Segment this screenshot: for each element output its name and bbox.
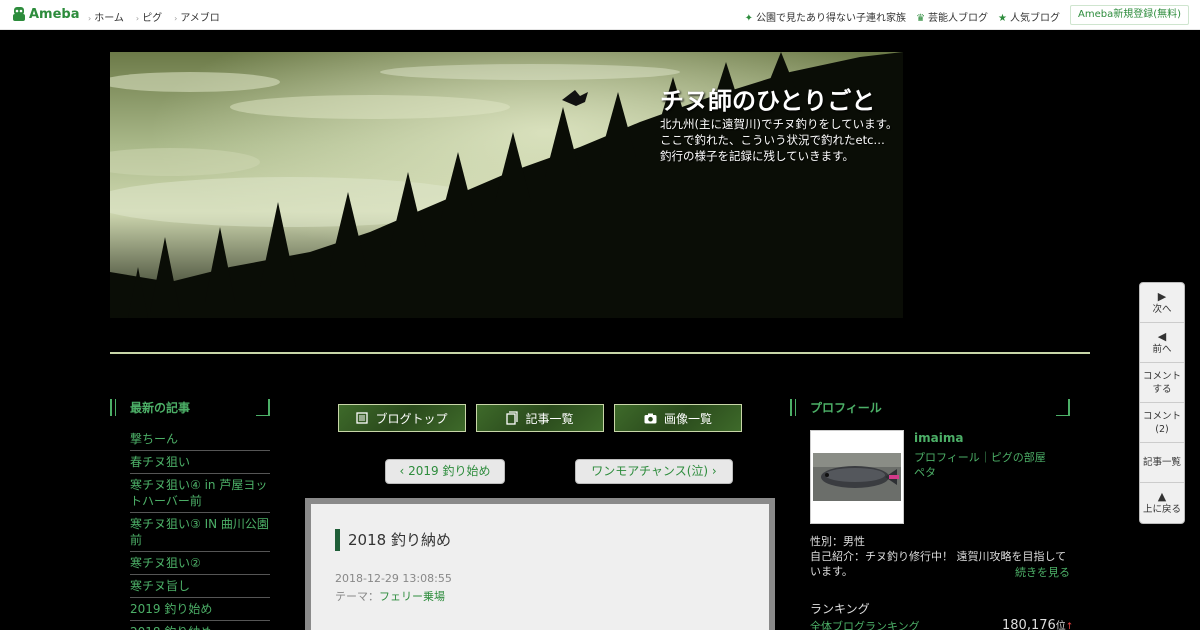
ranking-heading: ランキング — [810, 602, 870, 616]
profile-pigg-links[interactable]: プロフィール｜ピグの部屋 — [914, 450, 1064, 465]
recent-post-link[interactable]: 寒チヌ狙い② — [130, 552, 270, 575]
blog-description-line: 北九州(主に遠賀川)でチヌ釣りをしています。 — [660, 117, 898, 131]
article-title[interactable]: 2018 釣り納め — [335, 529, 451, 551]
image-list-button[interactable]: 画像一覧 — [614, 404, 742, 432]
heading-decoration — [110, 399, 116, 416]
camera-icon — [644, 413, 657, 423]
header-divider — [110, 352, 1090, 354]
document-icon — [356, 412, 369, 424]
nav-home[interactable]: › ホーム — [88, 9, 124, 24]
trending-link[interactable]: ✦ 公園で見たあり得ない子連れ家族 — [745, 9, 906, 24]
article-list-label: 記事一覧 — [525, 411, 574, 426]
blog-description: 北九州(主に遠賀川)でチヌ釣りをしています。 ここで釣れた、こういう状況で釣れた… — [660, 116, 897, 164]
star-icon: ★ — [998, 13, 1007, 24]
triangle-up-icon: ▲ — [1157, 490, 1167, 503]
nav-ameblo-label: アメブロ — [180, 13, 220, 24]
back-to-top-button[interactable]: ▲ 上に戻る — [1140, 483, 1184, 523]
popular-blog-link[interactable]: ★ 人気ブログ — [998, 9, 1060, 24]
peta-link[interactable]: ペタ — [914, 465, 1064, 480]
top-nav: › ホーム › ピグ › アメブロ — [88, 9, 220, 24]
profile-heading-label: プロフィール — [810, 401, 882, 415]
nav-home-label: ホーム — [94, 13, 124, 24]
nav-ameblo[interactable]: › アメブロ — [174, 9, 220, 24]
recent-post-link[interactable]: 撃ちーん — [130, 428, 270, 451]
trend-up-icon: ↑ — [1065, 622, 1074, 630]
comment-count-button[interactable]: コメント (2) — [1140, 403, 1184, 443]
heading-decoration — [1056, 399, 1070, 416]
ranking-value: 180,176位↑ — [1002, 617, 1073, 630]
theme-prefix: テーマ： — [335, 590, 379, 603]
celebrity-blog-label: 芸能人ブログ — [928, 13, 989, 24]
recent-posts-heading: 最新の記事 — [110, 399, 270, 416]
prev-button[interactable]: ◀ 前へ — [1140, 323, 1184, 363]
fish-photo — [811, 431, 903, 523]
celebrity-blog-link[interactable]: ♛ 芸能人ブログ — [916, 9, 988, 24]
prev-article-button[interactable]: ‹ 2019 釣り始め — [385, 459, 505, 484]
profile-gender: 性別：男性 — [810, 535, 865, 548]
crown-icon: ♛ — [916, 13, 926, 24]
next-article-button[interactable]: ワンモアチャンス(泣) › — [575, 459, 733, 484]
recent-post-link[interactable]: 2018 釣り納め — [130, 621, 270, 630]
recent-post-link[interactable]: 寒チヌ狙い④ in 芦屋ヨットハーバー前 — [130, 474, 270, 513]
comment-label: コメント する — [1142, 370, 1181, 395]
pages-icon — [506, 411, 519, 425]
blog-top-label: ブログトップ — [375, 411, 448, 426]
play-right-icon: ▶ — [1157, 289, 1167, 303]
profile-links: プロフィール｜ピグの部屋 ペタ — [914, 450, 1064, 480]
ranking-number: 180,176 — [1002, 618, 1056, 630]
top-right-links: ✦ 公園で見たあり得ない子連れ家族 ♛ 芸能人ブログ ★ 人気ブログ — [745, 9, 1060, 24]
logo-text: Ameba — [29, 7, 80, 22]
ranking-unit: 位 — [1055, 621, 1066, 630]
blog-top-button[interactable]: ブログトップ — [338, 404, 466, 432]
heading-decoration — [790, 399, 796, 416]
back-to-top-label: 上に戻る — [1142, 504, 1181, 515]
heading-decoration — [256, 399, 270, 416]
recent-post-link[interactable]: 2019 釣り始め — [130, 598, 270, 621]
comment-count-label: コメント (2) — [1142, 410, 1181, 435]
read-more-link[interactable]: 続きを見る — [1015, 564, 1070, 580]
recent-post-link[interactable]: 寒チヌ旨し — [130, 575, 270, 598]
theme-link[interactable]: フェリー乗場 — [379, 590, 445, 603]
chevron-right-icon: › — [88, 14, 92, 23]
trending-link-label: 公園で見たあり得ない子連れ家族 — [756, 13, 907, 24]
sparkle-icon: ✦ — [744, 13, 754, 24]
popular-blog-label: 人気ブログ — [1010, 13, 1060, 24]
recent-posts-list: 撃ちーん 春チヌ狙い 寒チヌ狙い④ in 芦屋ヨットハーバー前 寒チヌ狙い③ I… — [130, 428, 270, 630]
recent-post-link[interactable]: 寒チヌ狙い③ IN 曲川公園前 — [130, 513, 270, 552]
chevron-right-icon: › — [174, 14, 178, 23]
article-list-float-button[interactable]: 記事一覧 — [1140, 443, 1184, 483]
article-list-button[interactable]: 記事一覧 — [476, 404, 604, 432]
next-button[interactable]: ▶ 次へ — [1140, 283, 1184, 323]
play-left-icon: ◀ — [1157, 329, 1167, 343]
blog-title[interactable]: チヌ師のひとりごと — [660, 81, 875, 116]
recent-post-link[interactable]: 春チヌ狙い — [130, 451, 270, 474]
ameba-logo[interactable]: Ameba — [12, 6, 80, 23]
profile-avatar[interactable] — [810, 430, 904, 524]
chevron-right-icon: › — [135, 14, 140, 23]
register-button[interactable]: Ameba新規登録(無料) — [1069, 5, 1189, 25]
nav-pigg-label: ピグ — [142, 13, 163, 24]
ameba-mascot-icon — [13, 7, 25, 21]
prev-label: 前へ — [1152, 343, 1172, 355]
image-list-label: 画像一覧 — [663, 411, 712, 426]
blog-description-line: ここで釣れた、こういう状況で釣れたetc… — [660, 133, 885, 147]
next-label: 次へ — [1152, 303, 1172, 315]
article-list-float-label: 記事一覧 — [1142, 457, 1181, 468]
nav-pigg[interactable]: › ピグ — [136, 9, 162, 24]
blog-description-line: 釣行の様子を記録に残していきます。 — [660, 149, 855, 163]
article-date: 2018-12-29 13:08:55 — [335, 572, 452, 585]
profile-heading: プロフィール — [790, 399, 1070, 416]
comment-button[interactable]: コメント する — [1140, 363, 1184, 403]
top-bar: Ameba › ホーム › ピグ › アメブロ ✦ 公園で見たあり得ない子連れ家族 ♛ 芸… — [0, 0, 1200, 30]
floating-nav: ▶ 次へ ◀ 前へ コメント する コメント (2) 記事一覧 ▲ 上に戻る — [1139, 282, 1185, 524]
recent-posts-heading-label: 最新の記事 — [130, 401, 191, 415]
article-body — [311, 504, 769, 630]
profile-name[interactable]: imaima — [914, 431, 963, 445]
article-theme: テーマ：フェリー乗場 — [335, 588, 445, 604]
